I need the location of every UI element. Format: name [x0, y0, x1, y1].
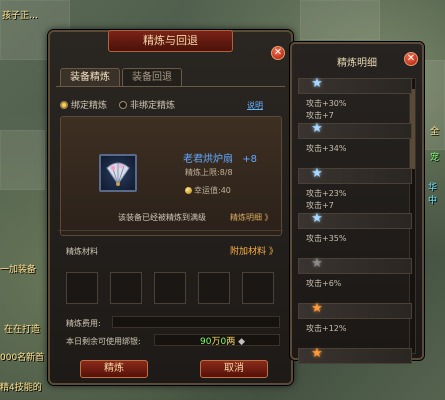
star-icon: ★: [311, 211, 323, 226]
material-slot[interactable]: [198, 272, 230, 304]
item-name-text: 老君烘炉扇: [183, 154, 233, 165]
action-buttons: 精炼 取消: [80, 360, 268, 378]
star-level-row: ★: [298, 256, 412, 274]
bonus-text: 攻击+23%: [306, 189, 347, 198]
refine-limit: 精炼上限:8/8: [185, 168, 233, 177]
world-chat-text: 一加装备: [0, 265, 37, 275]
refine-fee-label: 精炼费用:: [66, 319, 101, 328]
material-slot[interactable]: [66, 272, 98, 304]
refine-detail-panel: 精炼明细 ✕ ★ 攻击+30% 攻击+7 ★ 攻击+34% ★ 攻击+23% 攻击+7 ★ 攻击+…: [290, 42, 424, 364]
material-slot[interactable]: [110, 272, 142, 304]
material-slot[interactable]: [154, 272, 186, 304]
star-icon: ★: [311, 346, 323, 361]
radio-unbound-refine[interactable]: 非绑定精炼: [119, 98, 175, 111]
refine-dialog: 精炼与回退 ✕ 装备精炼 装备回退 绑定精炼 非绑定精炼 说明 老君烘炉扇 +8…: [48, 30, 293, 385]
radio-label: 非绑定精炼: [130, 101, 176, 111]
bonus-text: 攻击+35%: [306, 234, 347, 243]
help-link[interactable]: 说明: [247, 100, 263, 111]
add-materials-link[interactable]: 附加材料 》: [230, 244, 278, 257]
world-tile: [0, 130, 45, 190]
luck-icon: [185, 187, 192, 194]
equipment-slot[interactable]: [99, 154, 137, 192]
star-icon: ★: [311, 166, 323, 181]
refine-detail-link[interactable]: 精炼明细 》: [230, 212, 273, 223]
item-refine-level: +8: [242, 154, 257, 165]
detail-close-button[interactable]: ✕: [404, 52, 418, 66]
star-level-row: ★: [298, 166, 412, 184]
star-icon: ★: [311, 76, 323, 91]
silver-currency: 两: [226, 337, 236, 347]
bonus-text: 攻击+7: [306, 201, 334, 210]
star-level-row: ★: [298, 346, 412, 364]
materials-label: 精炼材料: [66, 247, 98, 256]
world-chat-text: 在在打造: [4, 325, 41, 335]
divider: [58, 230, 283, 231]
material-slot[interactable]: [242, 272, 274, 304]
star-level-row: ★: [298, 76, 412, 94]
bonus-text: 攻击+34%: [306, 144, 347, 153]
tab-divider: [56, 86, 285, 87]
bonus-text: 攻击+12%: [306, 324, 347, 333]
world-tile: [300, 0, 380, 40]
star-icon: ★: [311, 121, 323, 136]
refine-fee-field: [112, 316, 280, 328]
fan-icon: [106, 162, 130, 186]
star-icon: ★: [311, 301, 323, 316]
world-chat-text: 全: [430, 127, 440, 137]
world-npc-text: 宠: [430, 153, 440, 163]
dialog-title: 精炼与回退: [108, 30, 233, 52]
tab-bar: 装备精炼 装备回退: [60, 68, 182, 86]
bonus-text: 攻击+30%: [306, 99, 347, 108]
cancel-button[interactable]: 取消: [200, 360, 268, 378]
refine-button[interactable]: 精炼: [80, 360, 148, 378]
coin-stack-icon: ◆: [238, 337, 246, 347]
bonus-text: 攻击+6%: [306, 279, 342, 288]
radio-dot-selected: [60, 100, 68, 109]
luck-value: 幸运值:40: [185, 185, 231, 196]
star-level-row: ★: [298, 211, 412, 229]
luck-text: 幸运值:40: [194, 186, 231, 195]
item-name: 老君烘炉扇 +8: [183, 150, 257, 165]
max-level-note: 该装备已经被精炼到满级: [118, 213, 206, 222]
tab-equipment-refine[interactable]: 装备精炼: [60, 68, 120, 86]
dialog-close-button[interactable]: ✕: [271, 46, 285, 60]
detail-title: 精炼明细: [337, 58, 377, 69]
star-level-row: ★: [298, 121, 412, 139]
tab-equipment-revert[interactable]: 装备回退: [122, 68, 182, 86]
radio-label: 绑定精炼: [71, 101, 108, 111]
refine-mode-group: 绑定精炼 非绑定精炼: [60, 98, 175, 111]
silver-remaining-value: 90万0两 ◆: [200, 334, 245, 347]
silver-amount: 90: [200, 337, 212, 347]
star-level-row: ★: [298, 301, 412, 319]
silver-remaining-label: 本日剩余可使用绑银:: [66, 337, 141, 346]
world-npc-text: 华中: [428, 183, 438, 206]
radio-dot: [119, 100, 128, 109]
world-chat-text: 孩子正…: [2, 11, 39, 21]
world-chat-text: 000名新首: [0, 353, 45, 363]
material-slots: [66, 272, 274, 304]
bonus-text: 攻击+7: [306, 111, 334, 120]
world-chat-text: 精4技能的: [0, 383, 42, 393]
radio-bound-refine[interactable]: 绑定精炼: [60, 98, 107, 111]
star-icon: ★: [311, 256, 323, 271]
